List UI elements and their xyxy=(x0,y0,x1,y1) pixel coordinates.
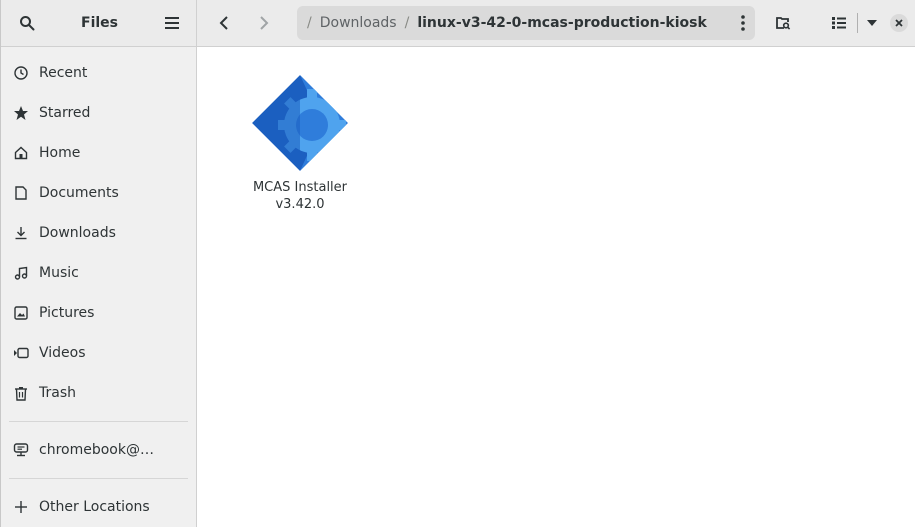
file-name: MCAS Installer v3.42.0 xyxy=(253,179,347,213)
list-view-icon xyxy=(832,17,846,29)
sidebar-item-label: Pictures xyxy=(39,305,95,321)
sidebar-header: Files xyxy=(1,0,197,46)
main-menu-button[interactable] xyxy=(158,9,186,37)
file-name-line1: MCAS Installer xyxy=(252,180,348,195)
gear-diamond-icon xyxy=(252,75,348,171)
sidebar-item-label: Home xyxy=(39,145,81,161)
trash-icon xyxy=(13,385,29,401)
picture-icon xyxy=(13,305,29,321)
plus-icon xyxy=(13,499,29,515)
sidebar-item-label: chromebook@… xyxy=(39,442,154,458)
sidebar-item-label: Downloads xyxy=(39,225,116,241)
sidebar-item-pictures[interactable]: Pictures xyxy=(1,293,196,333)
path-menu-button[interactable] xyxy=(731,8,755,38)
header-bar: Files / Downloads / linux-v3-42-0-mcas-p… xyxy=(1,0,915,47)
search-in-folder-button[interactable] xyxy=(769,9,797,37)
sidebar-item-music[interactable]: Music xyxy=(1,253,196,293)
chevron-right-icon xyxy=(260,16,269,30)
video-icon xyxy=(13,345,29,361)
path-separator: / xyxy=(404,15,410,31)
sidebar-item-label: Documents xyxy=(39,185,119,201)
sidebar-item-videos[interactable]: Videos xyxy=(1,333,196,373)
main-header: / Downloads / linux-v3-42-0-mcas-product… xyxy=(197,0,915,46)
places-sidebar: Recent Starred Home Documents Downloads … xyxy=(1,47,197,527)
back-button[interactable] xyxy=(209,8,239,38)
path-bar: / Downloads / linux-v3-42-0-mcas-product… xyxy=(297,6,755,40)
sidebar-item-home[interactable]: Home xyxy=(1,133,196,173)
list-view-button[interactable] xyxy=(825,9,853,37)
view-toggle-group xyxy=(825,9,910,37)
sidebar-divider xyxy=(9,478,188,479)
close-button[interactable] xyxy=(888,9,910,37)
path-item-current[interactable]: linux-v3-42-0-mcas-production-kiosk xyxy=(417,15,706,31)
header-right-controls xyxy=(769,9,910,37)
sidebar-item-label: Trash xyxy=(39,385,76,401)
sidebar-item-label: Music xyxy=(39,265,79,281)
sidebar-item-trash[interactable]: Trash xyxy=(1,373,196,413)
sidebar-item-downloads[interactable]: Downloads xyxy=(1,213,196,253)
clock-icon xyxy=(13,65,29,81)
home-icon xyxy=(13,145,29,161)
caret-down-icon xyxy=(867,20,877,26)
computer-icon xyxy=(13,442,29,458)
sidebar-item-label: Other Locations xyxy=(39,499,150,515)
search-icon xyxy=(20,16,35,31)
sidebar-item-label: Recent xyxy=(39,65,88,81)
search-button[interactable] xyxy=(13,9,41,37)
sidebar-divider xyxy=(9,421,188,422)
sidebar-item-device[interactable]: chromebook@… xyxy=(1,430,196,470)
vertical-dots-icon xyxy=(741,15,745,31)
path-root-separator: / xyxy=(307,15,312,31)
path-item-downloads[interactable]: Downloads xyxy=(320,15,397,31)
chevron-left-icon xyxy=(219,16,228,30)
file-name-line2: v3.42.0 xyxy=(275,197,325,212)
star-icon xyxy=(13,105,29,121)
sidebar-item-label: Starred xyxy=(39,105,91,121)
sidebar-item-starred[interactable]: Starred xyxy=(1,93,196,133)
file-view[interactable]: MCAS Installer v3.42.0 xyxy=(197,47,915,527)
view-separator xyxy=(857,13,858,33)
sidebar-item-documents[interactable]: Documents xyxy=(1,173,196,213)
close-icon xyxy=(890,14,908,32)
document-icon xyxy=(13,185,29,201)
window-body: Recent Starred Home Documents Downloads … xyxy=(1,47,915,527)
sidebar-item-recent[interactable]: Recent xyxy=(1,53,196,93)
app-title: Files xyxy=(81,15,118,31)
file-item-mcas-installer[interactable]: MCAS Installer v3.42.0 xyxy=(241,73,359,213)
folder-search-icon xyxy=(776,17,791,30)
forward-button[interactable] xyxy=(249,8,279,38)
download-icon xyxy=(13,225,29,241)
sidebar-item-other-locations[interactable]: Other Locations xyxy=(1,487,196,527)
file-manager-window: Files / Downloads / linux-v3-42-0-mcas-p… xyxy=(0,0,915,527)
sidebar-item-label: Videos xyxy=(39,345,86,361)
hamburger-icon xyxy=(165,17,179,29)
view-options-button[interactable] xyxy=(862,9,882,37)
music-icon xyxy=(13,265,29,281)
